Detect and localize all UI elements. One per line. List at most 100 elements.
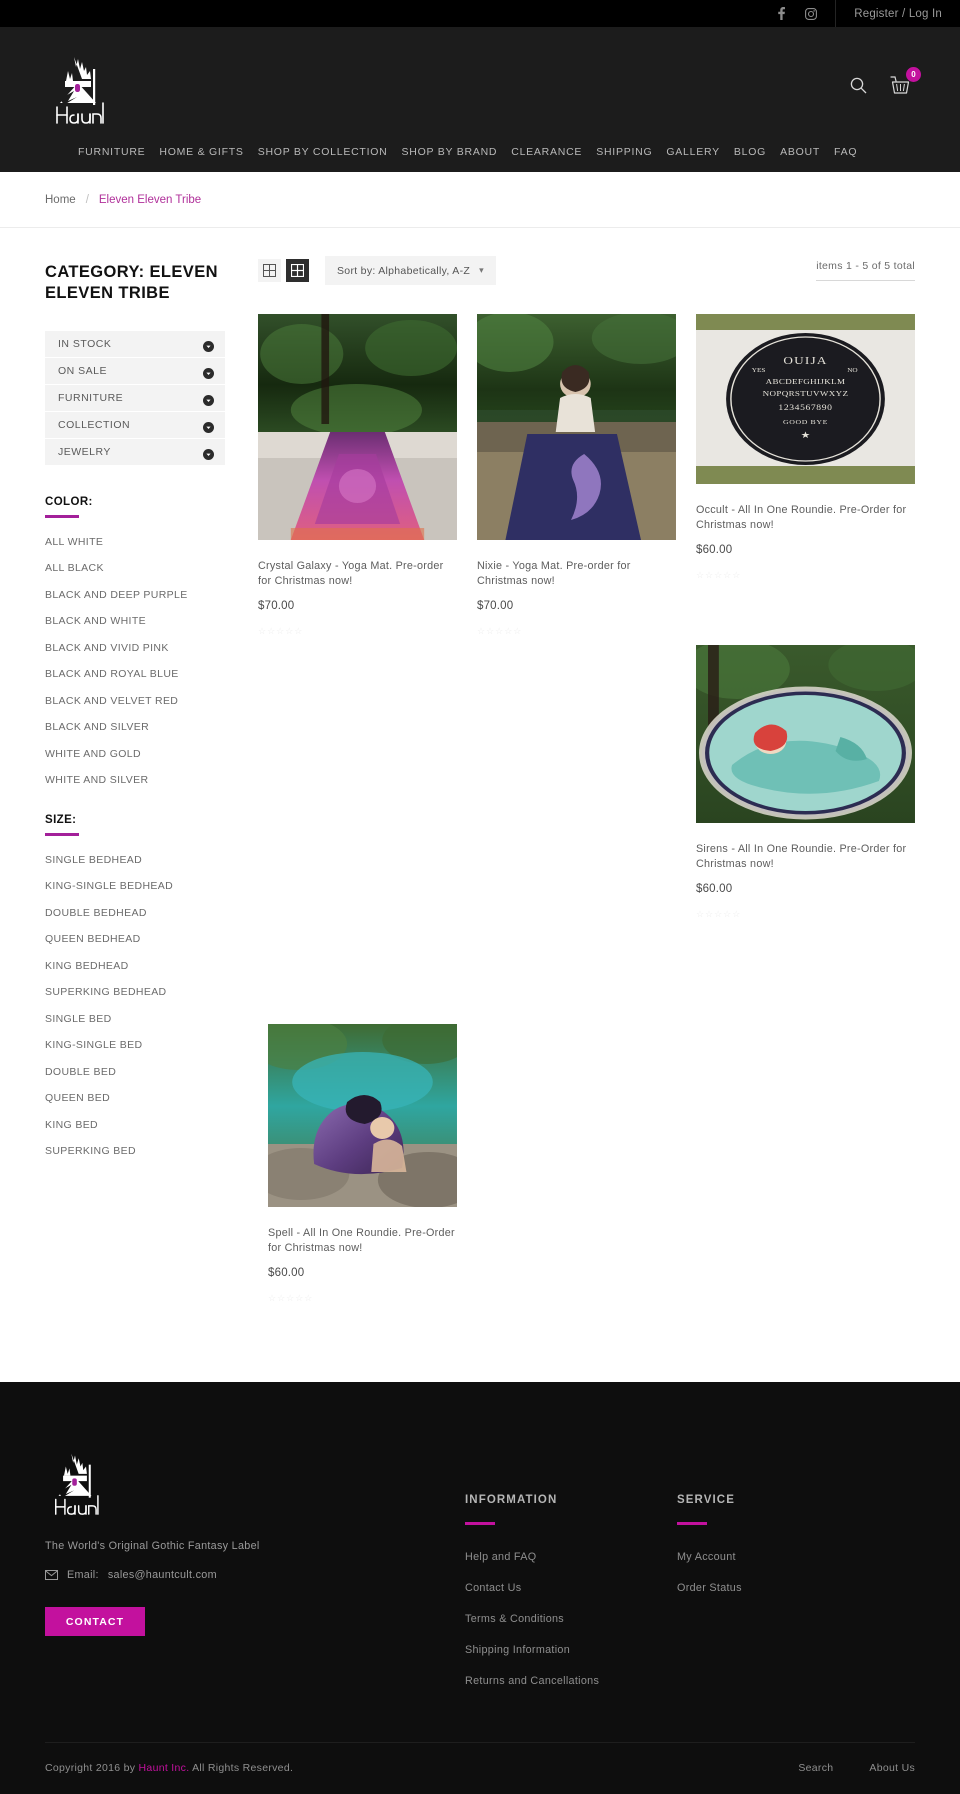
product-title[interactable]: Spell - All In One Roundie. Pre-Order fo… <box>268 1226 457 1255</box>
facet-size-option[interactable]: QUEEN BEDHEAD <box>45 933 141 945</box>
footer-bottom-link-search[interactable]: Search <box>798 1762 833 1774</box>
nav-item-shop-by-brand[interactable]: SHOP BY BRAND <box>395 146 505 158</box>
accordion-item-collection[interactable]: COLLECTION <box>45 412 225 440</box>
search-icon[interactable] <box>850 77 867 99</box>
nav-item-clearance[interactable]: CLEARANCE <box>504 146 589 158</box>
nav-item-gallery[interactable]: GALLERY <box>659 146 727 158</box>
product-image-nixie[interactable] <box>476 314 676 540</box>
facebook-icon[interactable] <box>775 7 788 20</box>
nav-item-furniture[interactable]: FURNITURE <box>78 146 152 158</box>
facet-color-title: COLOR: <box>45 496 93 509</box>
grid-view-icon[interactable] <box>258 259 281 282</box>
breadcrumb-separator: / <box>85 193 89 206</box>
footer-information-links: Help and FAQ Contact Us Terms & Conditio… <box>465 1547 677 1689</box>
content-area: CATEGORY: ELEVEN ELEVEN TRIBE IN STOCK O… <box>0 228 960 1338</box>
facet-color-option[interactable]: WHITE AND GOLD <box>45 748 141 760</box>
footer-link-order-status[interactable]: Order Status <box>677 1582 742 1594</box>
facet-size-list: SINGLE BEDHEAD KING-SINGLE BEDHEAD DOUBL… <box>45 850 225 1160</box>
facet-underline <box>45 515 79 518</box>
footer-brand: The World's Original Gothic Fantasy Labe… <box>45 1450 465 1702</box>
envelope-icon <box>45 1570 58 1581</box>
site-footer: The World's Original Gothic Fantasy Labe… <box>0 1382 960 1794</box>
facet-color-option[interactable]: WHITE AND SILVER <box>45 774 148 786</box>
facet-size-option[interactable]: SINGLE BEDHEAD <box>45 854 142 866</box>
product-grid: Crystal Galaxy - Yoga Mat. Pre-order for… <box>258 314 915 1338</box>
facet-color: COLOR: ALL WHITE ALL BLACK BLACK AND DEE… <box>45 496 225 788</box>
facet-size-option[interactable]: KING-SINGLE BED <box>45 1039 142 1051</box>
facet-color-option[interactable]: ALL WHITE <box>45 536 103 548</box>
footer-service-heading: SERVICE <box>677 1494 735 1507</box>
chevron-down-circle-icon <box>203 393 214 406</box>
svg-text:NO: NO <box>847 367 858 373</box>
register-login-link[interactable]: Register / Log In <box>836 8 942 20</box>
breadcrumb-home[interactable]: Home <box>45 194 76 206</box>
nav-item-home-and-gifts[interactable]: HOME & GIFTS <box>152 146 250 158</box>
product-rating: ☆☆☆☆☆ <box>258 626 304 637</box>
footer-bottom-link-about-us[interactable]: About Us <box>869 1762 915 1774</box>
facet-size-option[interactable]: DOUBLE BEDHEAD <box>45 907 147 919</box>
product-title[interactable]: Nixie - Yoga Mat. Pre-order for Christma… <box>477 559 676 588</box>
accordion-item-furniture[interactable]: FURNITURE <box>45 385 225 413</box>
grid-large-view-icon[interactable] <box>286 259 309 282</box>
chevron-down-circle-icon <box>203 420 214 433</box>
nav-item-faq[interactable]: FAQ <box>827 146 864 158</box>
contact-button[interactable]: CONTACT <box>45 1607 145 1637</box>
site-logo[interactable] <box>46 53 110 125</box>
accordion-item-jewelry[interactable]: JEWELRY <box>45 439 225 467</box>
product-image-occult[interactable]: OUIJA YES NO ABCDEFGHIJKLM NOPQRSTUVWXYZ… <box>695 314 915 484</box>
facet-color-option[interactable]: BLACK AND VIVID PINK <box>45 642 169 654</box>
footer-email-label: Email: <box>67 1569 99 1582</box>
footer-link-help-and-faq[interactable]: Help and FAQ <box>465 1551 536 1563</box>
accordion-item-in-stock[interactable]: IN STOCK <box>45 331 225 359</box>
footer-service-links: My Account Order Status <box>677 1547 877 1596</box>
facet-size-option[interactable]: SINGLE BED <box>45 1013 112 1025</box>
product-rating: ☆☆☆☆☆ <box>695 909 742 920</box>
nav-item-blog[interactable]: BLOG <box>727 146 773 158</box>
facet-color-option[interactable]: BLACK AND DEEP PURPLE <box>45 589 188 601</box>
product-price: $60.00 <box>695 883 733 896</box>
instagram-icon[interactable] <box>804 7 817 20</box>
facet-size-option[interactable]: KING-SINGLE BEDHEAD <box>45 880 173 892</box>
filter-accordion: IN STOCK ON SALE FURNITURE COLLECTION JE… <box>45 330 225 467</box>
cart-icon[interactable]: 0 <box>889 67 921 101</box>
footer-link-my-account[interactable]: My Account <box>677 1551 736 1563</box>
page-root: Register / Log In 0 FURNITURE HOME & GIF… <box>0 0 960 1794</box>
product-image-spell[interactable] <box>268 1024 457 1208</box>
facet-size-option[interactable]: KING BED <box>45 1119 98 1131</box>
facet-size-option[interactable]: DOUBLE BED <box>45 1066 116 1078</box>
nav-item-about[interactable]: ABOUT <box>773 146 827 158</box>
copyright-brand: Haunt Inc. <box>138 1762 190 1775</box>
product-title[interactable]: Sirens - All In One Roundie. Pre-Order f… <box>696 842 915 871</box>
facet-color-option[interactable]: BLACK AND ROYAL BLUE <box>45 668 179 680</box>
facet-color-option[interactable]: ALL BLACK <box>45 562 104 574</box>
footer-email-link[interactable]: sales@hauntcult.com <box>108 1569 217 1581</box>
site-header: 0 FURNITURE HOME & GIFTS SHOP BY COLLECT… <box>0 27 960 172</box>
nav-item-shipping[interactable]: SHIPPING <box>589 146 659 158</box>
product-image-sirens[interactable] <box>695 645 915 824</box>
product-rating: ☆☆☆☆☆ <box>695 570 742 581</box>
footer-link-contact-us[interactable]: Contact Us <box>465 1582 521 1594</box>
product-title[interactable]: Occult - All In One Roundie. Pre-Order f… <box>696 503 915 532</box>
accordion-label: JEWELRY <box>58 446 111 459</box>
product-image-crystal-galaxy[interactable] <box>258 314 457 540</box>
facet-size-option[interactable]: SUPERKING BEDHEAD <box>45 986 166 998</box>
svg-text:NOPQRSTUVWXYZ: NOPQRSTUVWXYZ <box>763 390 849 398</box>
facet-size-option[interactable]: QUEEN BED <box>45 1092 110 1104</box>
product-title[interactable]: Crystal Galaxy - Yoga Mat. Pre-order for… <box>258 559 457 588</box>
footer-link-shipping-information[interactable]: Shipping Information <box>465 1644 570 1656</box>
facet-color-option[interactable]: BLACK AND SILVER <box>45 721 149 733</box>
accordion-label: FURNITURE <box>58 392 124 405</box>
sort-dropdown[interactable]: Sort by: Alphabetically, A-Z ▾ <box>325 256 496 285</box>
copyright-prefix: Copyright 2016 by <box>45 1762 136 1775</box>
product-card: Sirens - All In One Roundie. Pre-Order f… <box>695 645 915 920</box>
copyright-suffix: All Rights Reserved. <box>192 1762 294 1775</box>
facet-color-option[interactable]: BLACK AND WHITE <box>45 615 146 627</box>
footer-link-returns-cancellations[interactable]: Returns and Cancellations <box>465 1675 599 1687</box>
accordion-item-on-sale[interactable]: ON SALE <box>45 358 225 386</box>
footer-link-terms-conditions[interactable]: Terms & Conditions <box>465 1613 564 1625</box>
svg-text:OUIJA: OUIJA <box>783 354 827 367</box>
facet-size-option[interactable]: KING BEDHEAD <box>45 960 129 972</box>
nav-item-shop-by-collection[interactable]: SHOP BY COLLECTION <box>251 146 395 158</box>
facet-color-option[interactable]: BLACK AND VELVET RED <box>45 695 178 707</box>
facet-size-option[interactable]: SUPERKING BED <box>45 1145 136 1157</box>
